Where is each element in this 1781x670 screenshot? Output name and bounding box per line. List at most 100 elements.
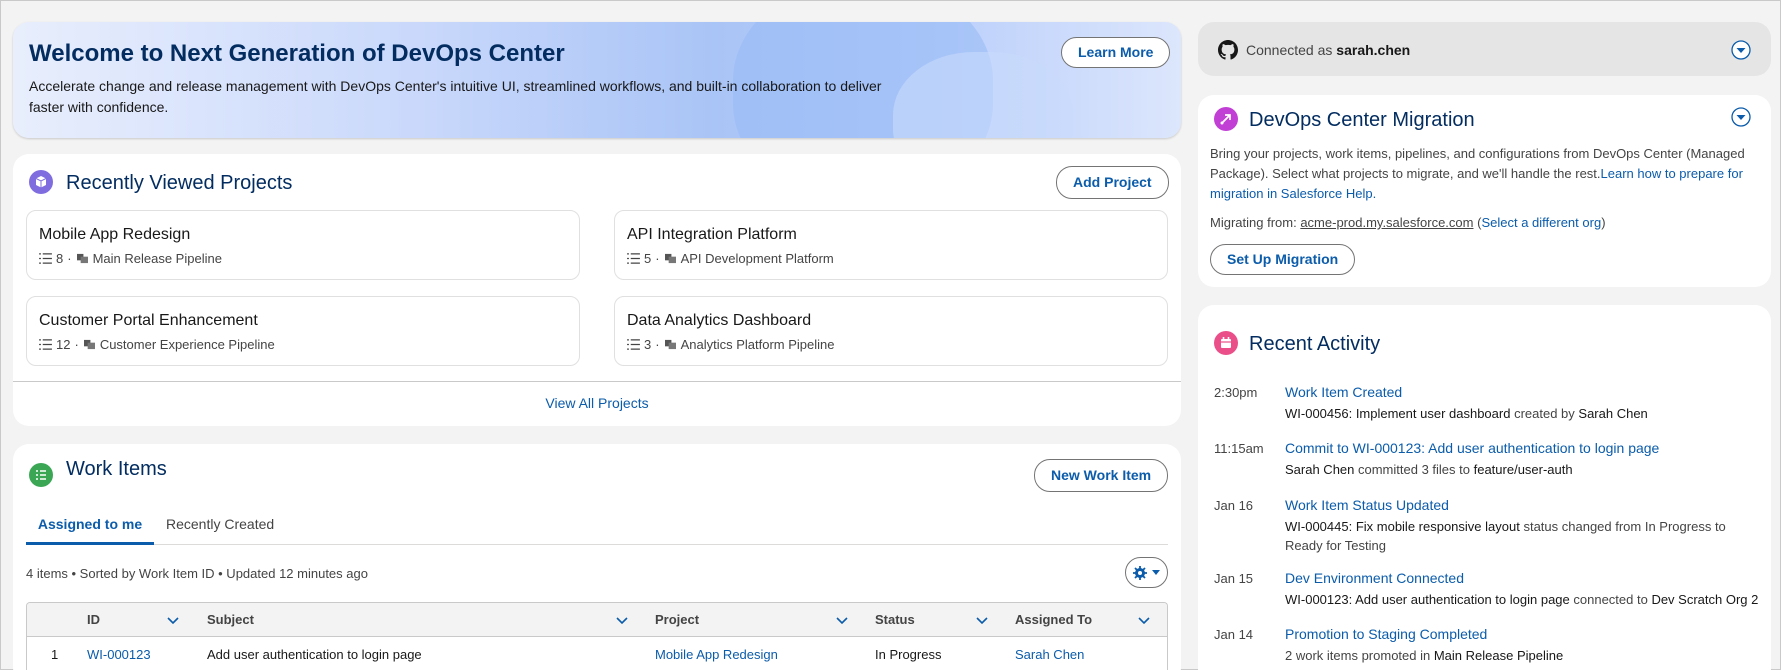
project-name: Mobile App Redesign [39,226,191,243]
welcome-banner: Welcome to Next Generation of DevOps Cen… [13,22,1181,138]
project-item-count: 5 [644,251,652,266]
project-card[interactable]: Customer Portal Enhancement 12 · Customer… [26,296,580,366]
chevron-down-icon[interactable] [835,613,849,627]
migrating-from-row: Migrating from: acme-prod.my.salesforce.… [1210,215,1606,230]
activity-part: Sarah Chen [1285,462,1355,477]
select-different-org-link[interactable]: Select a different org [1481,215,1601,230]
migration-card: DevOps Center Migration Bring your proje… [1198,95,1771,287]
project-name: Data Analytics Dashboard [627,312,812,329]
activity-time: Jan 15 [1214,571,1254,586]
work-item-assignee-link[interactable]: Sarah Chen [1015,637,1084,670]
list-summary: 4 items • Sorted by Work Item ID • Updat… [26,566,368,581]
learn-more-button[interactable]: Learn More [1061,37,1171,68]
chevron-down-icon[interactable] [1731,40,1751,60]
work-item-id-link[interactable]: WI-000123 [87,637,151,670]
activity-title-link[interactable]: Promotion to Staging Completed [1285,626,1487,642]
project-pipeline: Analytics Platform Pipeline [680,337,835,352]
project-meta: 12 · Customer Experience Pipeline [39,337,275,352]
migration-description-block: Bring your projects, work items, pipelin… [1210,144,1760,204]
migration-title: DevOps Center Migration [1249,109,1475,131]
chevron-down-icon[interactable] [1731,107,1751,127]
project-card[interactable]: API Integration Platform 5 · API Developm… [614,210,1168,280]
activity-description: 2 work items promoted in Main Release Pi… [1285,646,1563,665]
activity-title-link[interactable]: Work Item Created [1285,384,1402,400]
column-header-assigned-to[interactable]: Assigned To [1015,603,1092,637]
gear-icon [1133,566,1147,580]
project-card[interactable]: Data Analytics Dashboard 3 · Analytics Pl… [614,296,1168,366]
work-item-subject: Add user authentication to login page [207,647,422,662]
paren-close: ) [1601,215,1606,230]
column-header-subject[interactable]: Subject [207,603,254,637]
column-header-project[interactable]: Project [655,603,699,637]
work-items-table: ID Subject Project Status Assigned To 1 … [26,602,1168,670]
pipeline-icon [76,253,88,264]
activity-title-link[interactable]: Commit to WI-000123: Add user authentica… [1285,440,1659,456]
view-all-projects-link[interactable]: View All Projects [13,395,1181,411]
column-header-status[interactable]: Status [875,603,915,637]
activity-time: Jan 16 [1214,498,1254,513]
project-meta: 8 · Main Release Pipeline [39,251,222,266]
meta-separator: · [67,251,72,266]
activity-time: 11:15am [1214,441,1264,456]
github-icon [1218,40,1238,60]
banner-description: Accelerate change and release management… [29,78,882,115]
project-card[interactable]: Mobile App Redesign 8 · Main Release Pipe… [26,210,580,280]
list-settings-button[interactable] [1125,557,1168,588]
pipeline-icon [664,339,676,350]
work-items-title: Work Items [66,458,167,480]
chevron-down-icon[interactable] [1137,613,1151,627]
connected-as-label: Connected as [1246,42,1333,58]
meta-separator: · [74,337,79,352]
meta-separator: · [655,337,660,352]
project-pipeline: Customer Experience Pipeline [99,337,275,352]
project-pipeline: API Development Platform [680,251,834,266]
set-up-migration-button[interactable]: Set Up Migration [1210,244,1356,275]
project-item-count: 8 [56,251,64,266]
work-items-section-icon [29,463,53,487]
tab-assigned-to-me[interactable]: Assigned to me [26,516,154,545]
project-item-count: 12 [56,337,71,352]
projects-icon [29,170,53,194]
work-item-project-link[interactable]: Mobile App Redesign [655,637,778,670]
activity-time: 2:30pm [1214,385,1258,400]
activity-part: feature/user-auth [1473,462,1573,477]
activity-part: created by [1510,406,1579,421]
project-name: Customer Portal Enhancement [39,312,258,329]
chevron-down-icon[interactable] [166,613,180,627]
caret-down-icon [1152,570,1160,575]
migration-icon [1214,107,1238,131]
add-project-button[interactable]: Add Project [1056,166,1169,199]
column-header-id[interactable]: ID [87,603,100,637]
work-items-icon [627,339,640,350]
project-name: API Integration Platform [627,226,797,243]
projects-title: Recently Viewed Projects [66,172,293,194]
recent-activity-card: Recent Activity 2:30pm Work Item Created… [1198,305,1771,670]
tabs-divider [26,544,1168,545]
activity-part: Sarah Chen [1578,406,1648,421]
pipeline-icon [664,253,676,264]
meta-separator: · [655,251,660,266]
activity-title-link[interactable]: Work Item Status Updated [1285,497,1449,513]
chevron-down-icon[interactable] [975,613,989,627]
work-item-status: In Progress [875,647,942,662]
work-items-icon [627,253,640,264]
new-work-item-button[interactable]: New Work Item [1034,459,1169,492]
divider [13,381,1181,382]
row-number: 1 [51,647,59,662]
activity-title-link[interactable]: Dev Environment Connected [1285,570,1464,586]
activity-part: Main Release Pipeline [1433,648,1564,663]
activity-part: committed 3 files to [1354,462,1474,477]
banner-title: Welcome to Next Generation of DevOps Cen… [29,40,565,67]
activity-part: Dev Scratch Org 2 [1651,592,1759,607]
activity-description: WI-000123: Add user authentication to lo… [1285,590,1758,609]
table-header: ID Subject Project Status Assigned To [27,603,1167,637]
github-connection-bar: Connected as sarah.chen [1198,22,1771,76]
activity-part: 2 work items promoted in [1285,648,1434,663]
migrating-from-label: Migrating from: [1210,215,1297,230]
activity-calendar-icon [1214,331,1238,355]
activity-title: Recent Activity [1249,333,1381,355]
tab-recently-created[interactable]: Recently Created [166,516,274,532]
work-items-icon [39,339,52,350]
connection-status: Connected as sarah.chen [1246,42,1410,58]
chevron-down-icon[interactable] [615,613,629,627]
